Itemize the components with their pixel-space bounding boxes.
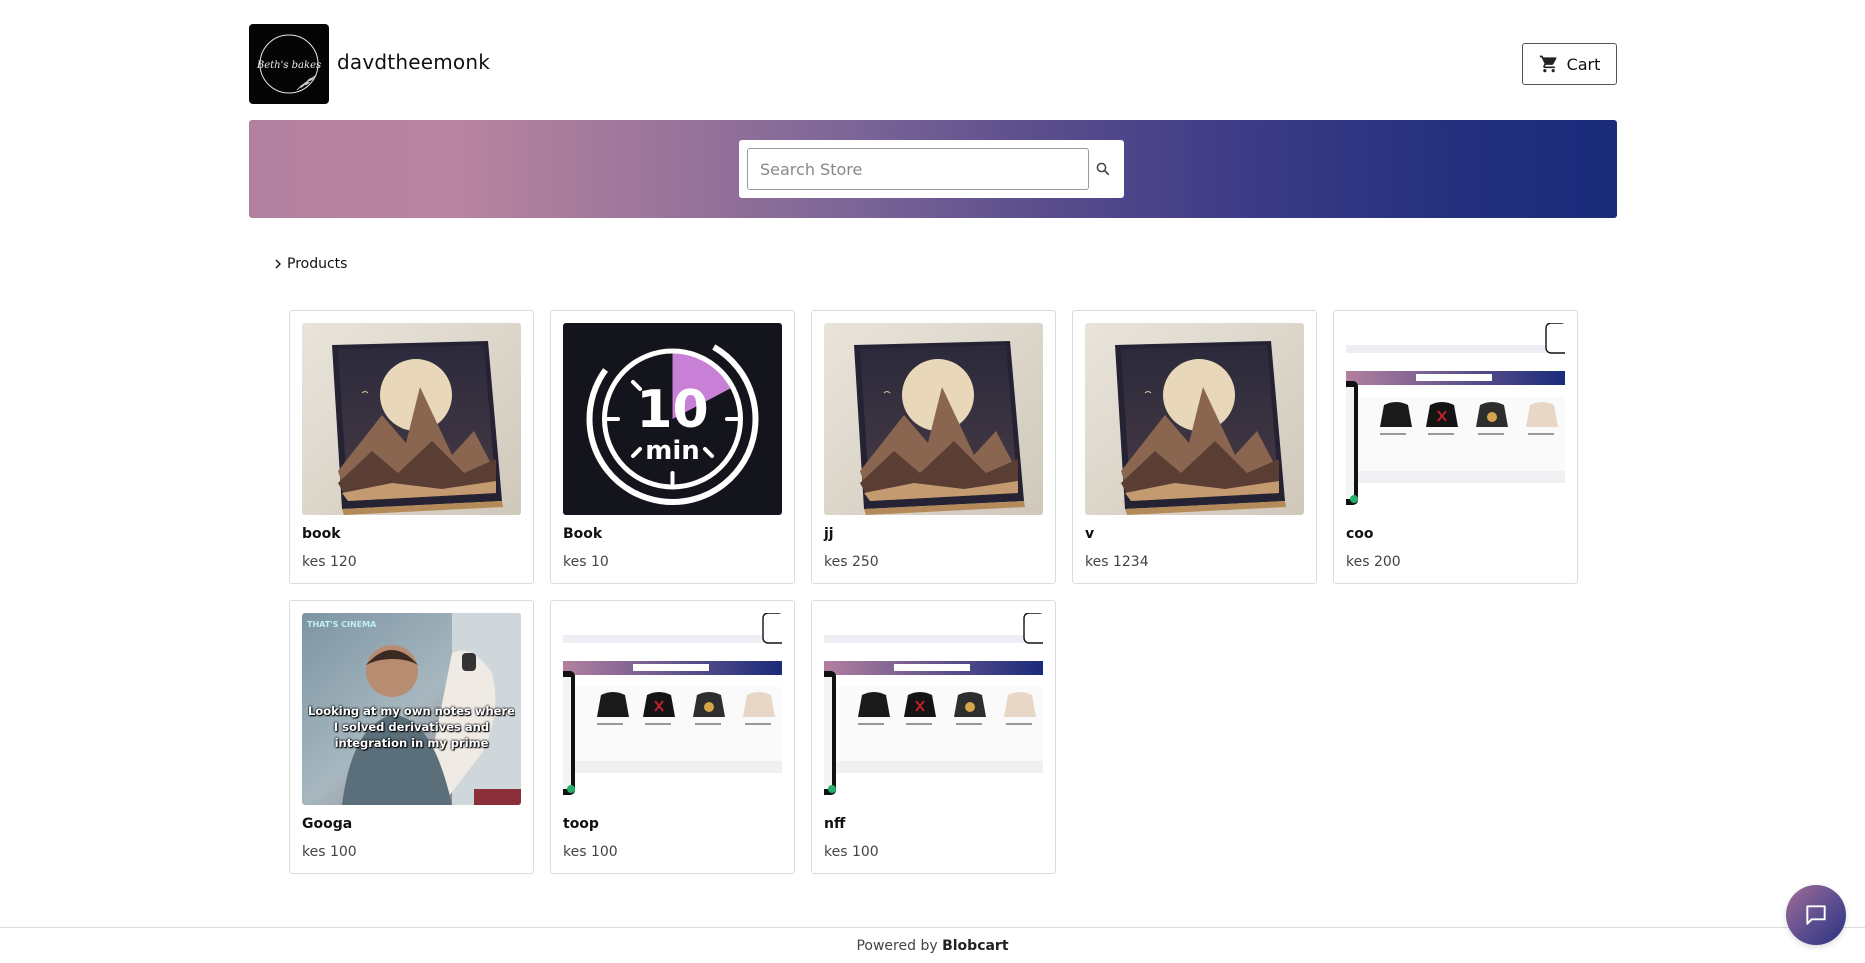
- timer-number: 10: [636, 380, 708, 440]
- product-price: kes 250: [824, 554, 879, 570]
- meme-caption: Looking at my own notes where I solved d…: [308, 704, 515, 750]
- product-price: kes 1234: [1085, 554, 1149, 570]
- product-image: [824, 613, 1043, 805]
- breadcrumb[interactable]: Products: [274, 256, 347, 272]
- shopping-cart-icon: [1539, 55, 1557, 73]
- product-price: kes 100: [563, 844, 618, 860]
- store-name[interactable]: davdtheemonk: [337, 50, 490, 74]
- product-price: kes 100: [302, 844, 357, 860]
- product-card[interactable]: THAT'S CINEMA Looking at my own notes wh…: [289, 600, 534, 874]
- product-card[interactable]: nff kes 100: [811, 600, 1056, 874]
- store-logo[interactable]: Beth's bakes: [249, 24, 329, 104]
- powered-by: Powered by Blobcart: [0, 938, 1865, 954]
- timer-unit: min: [645, 436, 700, 466]
- product-card[interactable]: coo kes 200: [1333, 310, 1578, 584]
- search-box: [739, 140, 1124, 198]
- product-card[interactable]: v kes 1234: [1072, 310, 1317, 584]
- cart-button[interactable]: Cart: [1522, 43, 1617, 85]
- product-price: kes 120: [302, 554, 357, 570]
- product-image: [824, 323, 1043, 515]
- search-input[interactable]: [747, 148, 1089, 190]
- product-price: kes 200: [1346, 554, 1401, 570]
- chevron-right-icon: [275, 259, 281, 269]
- product-image: THAT'S CINEMA Looking at my own notes wh…: [302, 613, 521, 805]
- product-name: v: [1085, 526, 1095, 542]
- product-card[interactable]: jj kes 250: [811, 310, 1056, 584]
- cart-label: Cart: [1566, 54, 1601, 74]
- product-image: [302, 323, 521, 515]
- search-icon[interactable]: [1094, 160, 1112, 178]
- product-name: nff: [824, 816, 846, 832]
- product-price: kes 100: [824, 844, 879, 860]
- product-image: [1085, 323, 1304, 515]
- search-banner: [249, 120, 1617, 218]
- powered-by-prefix: Powered by: [856, 938, 938, 954]
- product-name: jj: [824, 526, 834, 542]
- product-image: [563, 613, 782, 805]
- product-image: [1346, 323, 1565, 515]
- product-price: kes 10: [563, 554, 609, 570]
- product-name: toop: [563, 816, 599, 832]
- product-image: 10 min: [563, 323, 782, 515]
- meme-badge: THAT'S CINEMA: [307, 620, 377, 629]
- product-name: book: [302, 526, 341, 542]
- logo-text: Beth's bakes: [256, 60, 321, 71]
- product-name: coo: [1346, 526, 1374, 542]
- product-name: Book: [563, 526, 603, 542]
- chat-button[interactable]: [1786, 885, 1846, 945]
- product-name: Googa: [302, 816, 353, 832]
- product-card[interactable]: book kes 120: [289, 310, 534, 584]
- product-card[interactable]: 10 min Book kes 10: [550, 310, 795, 584]
- header: Beth's bakes davdtheemonk Cart: [249, 24, 1617, 104]
- footer: Powered by Blobcart: [0, 927, 1865, 963]
- product-card[interactable]: toop kes 100: [550, 600, 795, 874]
- breadcrumb-label: Products: [287, 256, 348, 272]
- powered-by-brand[interactable]: Blobcart: [942, 938, 1008, 954]
- chat-bubble-icon: [1806, 905, 1826, 925]
